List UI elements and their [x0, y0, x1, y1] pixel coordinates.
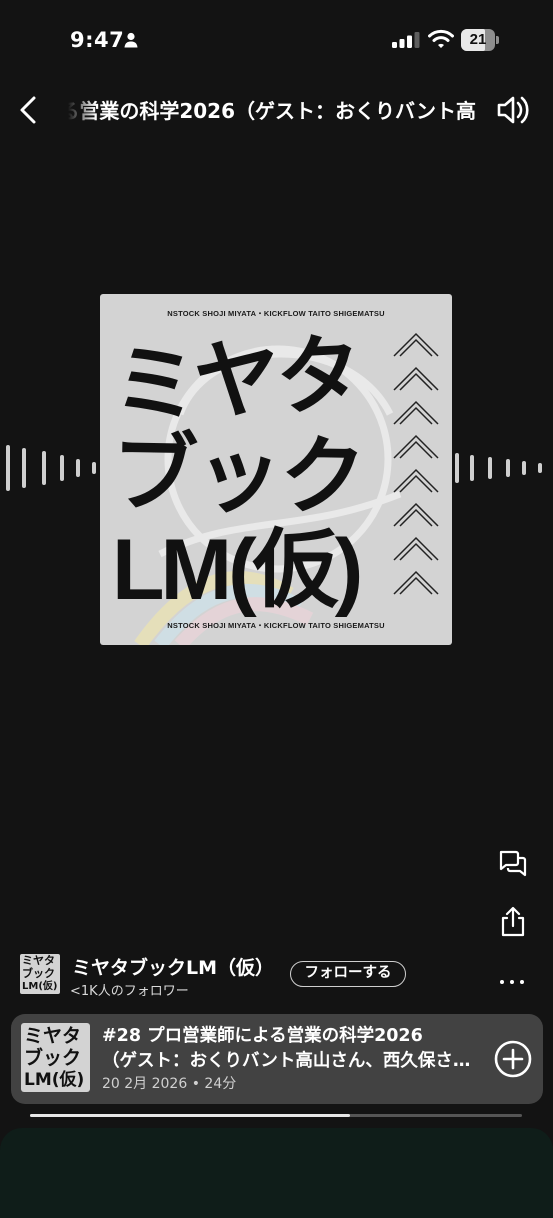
waveform-bar — [455, 453, 459, 483]
artwork-top-caption: NSTOCK SHOJI MIYATA・KICKFLOW TAITO SHIGE… — [167, 309, 385, 318]
person-icon — [124, 32, 138, 48]
comment-button[interactable] — [498, 848, 528, 878]
episode-artwork: NSTOCK SHOJI MIYATA・KICKFLOW TAITO SHIGE… — [100, 294, 452, 645]
episode-title-line-1: #28 プロ営業師による営業の科学2026 — [102, 1026, 423, 1046]
status-time: 9:47 — [70, 28, 125, 52]
battery-level: 21 — [469, 31, 487, 48]
chevron-left-icon — [20, 96, 36, 124]
waveform-bar — [522, 461, 526, 475]
speaker-button[interactable] — [494, 92, 532, 128]
waveform-bar — [60, 455, 64, 481]
bottom-sheet-peek[interactable] — [0, 1128, 553, 1218]
add-to-library-button[interactable] — [493, 1039, 533, 1079]
show-thumb-line-2: ブック — [22, 967, 55, 980]
waveform-bar — [470, 455, 474, 481]
episode-thumb-line-3: LM(仮) — [24, 1070, 85, 1090]
show-thumb-line-1: ミヤタ — [22, 954, 55, 967]
waveform-bar — [6, 445, 10, 491]
episode-title-marquee: プロ営業師による営業の科学2026（ゲスト：おくりバント高 — [68, 94, 476, 128]
signal-icon — [392, 32, 420, 48]
share-icon — [501, 906, 525, 937]
episode-thumb-line-2: ブック — [24, 1047, 82, 1069]
back-button[interactable] — [12, 92, 46, 128]
show-thumbnail[interactable]: ミヤタ ブック LM(仮) — [20, 954, 60, 994]
comment-icon — [499, 850, 527, 877]
waveform-bar — [538, 463, 542, 473]
artwork-bottom-caption: NSTOCK SHOJI MIYATA・KICKFLOW TAITO SHIGE… — [167, 621, 385, 630]
episode-thumb-line-1: ミヤタ — [24, 1025, 82, 1047]
share-button[interactable] — [498, 906, 528, 938]
waveform-bar — [506, 459, 510, 477]
plus-circle-icon — [494, 1040, 532, 1078]
episode-title-line-2: （ゲスト：おくりバント高山さん、西久保さん） — [102, 1051, 483, 1071]
artwork-title-line-1: ミヤタ — [109, 324, 361, 438]
artwork-title-line-3: LM(仮) — [112, 522, 363, 618]
waveform-bar — [488, 457, 492, 479]
more-icon — [500, 980, 504, 984]
episode-meta: 20 2月 2026 • 24分 — [102, 1076, 237, 1092]
artwork-title-line-2: ブック — [111, 423, 365, 528]
battery-icon: 21 — [461, 29, 499, 51]
speaker-icon — [497, 96, 529, 124]
waveform-bar — [22, 448, 26, 488]
follow-button[interactable]: フォローする — [290, 961, 406, 987]
playback-progress-fill — [30, 1114, 350, 1117]
waveform-bar — [76, 459, 80, 477]
follower-count: <1K人のフォロワー — [70, 984, 189, 999]
page-title: プロ営業師による営業の科学2026（ゲスト：おくりバント高 — [68, 99, 476, 123]
more-button[interactable] — [496, 972, 528, 992]
wifi-icon — [428, 29, 454, 48]
chevron-stack-decoration — [393, 332, 439, 595]
show-name[interactable]: ミヤタブックLM（仮） — [72, 953, 274, 980]
show-thumb-line-3: LM(仮) — [22, 981, 58, 992]
waveform-bar — [92, 462, 96, 474]
waveform-bar — [42, 451, 46, 485]
episode-thumbnail[interactable]: ミヤタ ブック LM(仮) — [21, 1023, 90, 1092]
